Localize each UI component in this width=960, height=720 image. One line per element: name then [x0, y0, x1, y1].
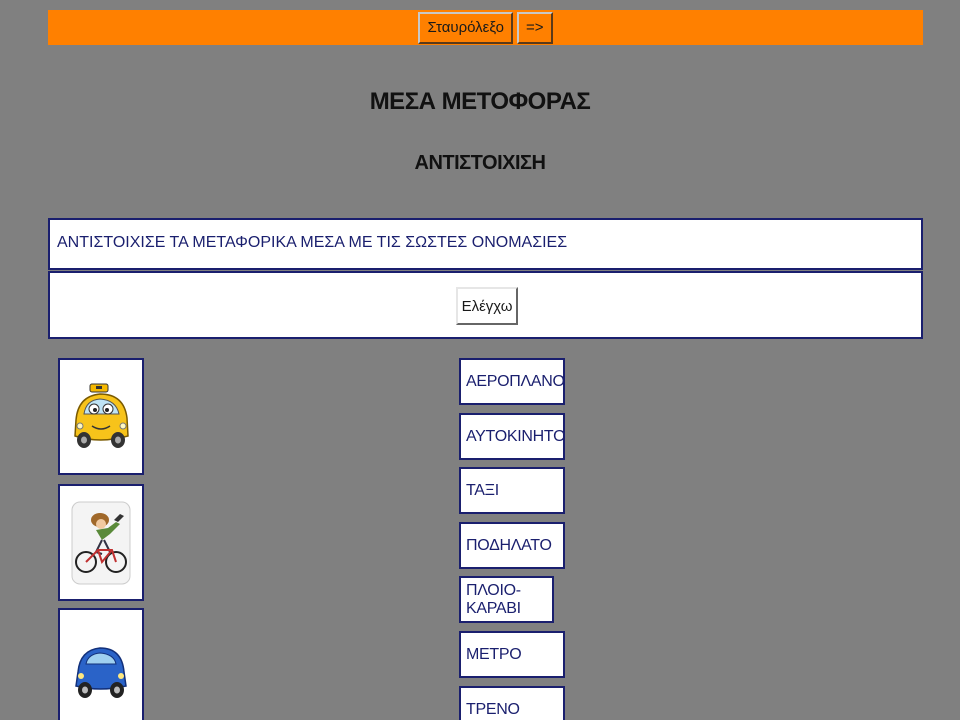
car-icon — [75, 646, 127, 698]
image-card-taxi[interactable] — [58, 358, 144, 475]
page-subtitle: ΑΝΤΙΣΤΟΙΧΙΣΗ — [414, 152, 546, 174]
check-panel: Ελέγχω — [48, 271, 923, 339]
image-card-car[interactable] — [58, 608, 144, 720]
instruction-panel: ΑΝΤΙΣΤΟΙΧΙΣΕ ΤΑ ΜΕΤΑΦΟΡΙΚΑ ΜΕΣΑ ΜΕ ΤΙΣ Σ… — [48, 218, 923, 270]
crossword-button[interactable]: Σταυρόλεξο — [418, 11, 514, 44]
word-card[interactable]: ΑΥΤΟΚΙΝΗΤΟ — [459, 413, 566, 460]
word-card[interactable]: ΤΑΞΙ — [459, 467, 565, 514]
bicycle-icon — [71, 501, 131, 584]
taxi-icon — [74, 383, 129, 448]
instruction-text: ΑΝΤΙΣΤΟΙΧΙΣΕ ΤΑ ΜΕΤΑΦΟΡΙΚΑ ΜΕΣΑ ΜΕ ΤΙΣ Σ… — [57, 234, 568, 251]
word-card[interactable]: ΠΛΟΙΟ-ΚΑΡΑΒΙ — [459, 576, 554, 623]
image-card-bicycle[interactable] — [58, 484, 144, 601]
top-toolbar: Σταυρόλεξο => — [48, 10, 923, 45]
word-card[interactable]: ΤΡΕΝΟ — [459, 686, 565, 720]
word-card[interactable]: ΠΟΔΗΛΑΤΟ — [459, 522, 565, 569]
page-title: ΜΕΣΑ ΜΕΤΟΦΟΡΑΣ — [369, 88, 591, 115]
page: Σταυρόλεξο => ΜΕΣΑ ΜΕΤΟΦΟΡΑΣ ΑΝΤΙΣΤΟΙΧΙΣ… — [0, 0, 960, 720]
next-button[interactable]: => — [517, 11, 553, 44]
word-card[interactable]: ΑΕΡΟΠΛΑΝΟ — [459, 358, 565, 405]
check-button[interactable]: Ελέγχω — [456, 287, 518, 325]
word-card[interactable]: ΜΕΤΡΟ — [459, 631, 565, 678]
